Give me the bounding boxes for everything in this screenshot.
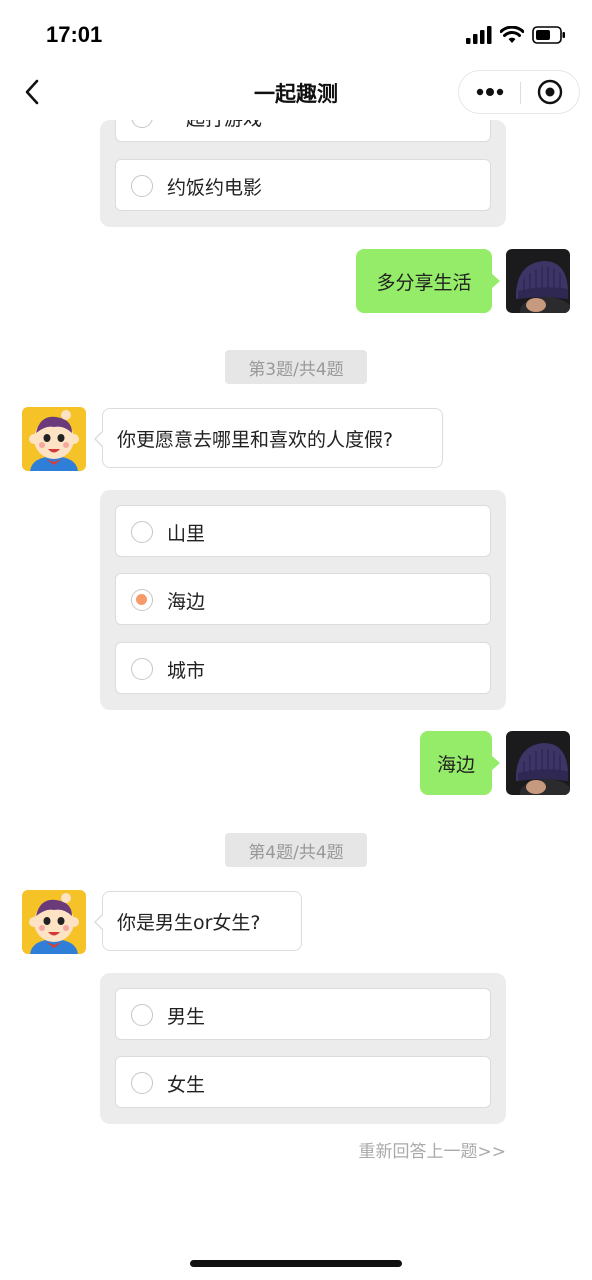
- option-label: 山里: [167, 523, 206, 545]
- radio-button[interactable]: [131, 175, 153, 197]
- user-avatar: [506, 731, 570, 795]
- bot-question-bubble: 你是男生or女生?: [94, 891, 302, 951]
- radio-button[interactable]: [131, 1004, 153, 1026]
- option-label: 女生: [167, 1074, 206, 1096]
- user-answer-bubble: 海边: [420, 731, 500, 795]
- options-card-prev: 一起打游戏 约饭约电影: [100, 120, 506, 227]
- wifi-icon: [500, 26, 524, 43]
- radio-button[interactable]: [131, 521, 153, 543]
- bot-avatar: [22, 407, 86, 471]
- option-label: 城市: [167, 660, 206, 682]
- close-button[interactable]: [521, 71, 579, 113]
- target-close-icon: [537, 79, 563, 105]
- status-icons: [466, 24, 566, 46]
- question-progress-tag: 第3题/共4题: [225, 350, 367, 384]
- more-dots-icon: [476, 88, 504, 96]
- option-q4-female[interactable]: 女生: [115, 1056, 491, 1108]
- option-q3-mountain[interactable]: 山里: [115, 505, 491, 557]
- user-avatar: [506, 249, 570, 313]
- battery-icon: [532, 26, 565, 44]
- home-indicator[interactable]: [190, 1260, 402, 1267]
- options-card-q3: 山里 海边 城市: [100, 490, 506, 710]
- option-prev-2[interactable]: 约饭约电影: [115, 159, 491, 211]
- option-q3-city[interactable]: 城市: [115, 642, 491, 694]
- options-card-q4: 男生 女生: [100, 973, 506, 1124]
- question-progress-tag: 第4题/共4题: [225, 833, 367, 867]
- status-bar: 17:01: [0, 0, 592, 64]
- mini-program-capsule: [458, 70, 580, 114]
- more-button[interactable]: [459, 71, 521, 113]
- radio-button-selected[interactable]: [131, 589, 153, 611]
- option-label: 海边: [167, 591, 206, 613]
- radio-button[interactable]: [131, 658, 153, 680]
- option-label: 约饭约电影: [167, 177, 263, 199]
- option-label: 男生: [167, 1006, 206, 1028]
- user-answer-bubble: 多分享生活: [356, 249, 500, 313]
- bot-question-bubble: 你更愿意去哪里和喜欢的人度假?: [94, 408, 443, 468]
- retry-previous-link[interactable]: 重新回答上一题>>: [359, 1137, 507, 1162]
- cellular-signal-icon: [466, 26, 492, 44]
- status-time: 17:01: [46, 22, 103, 47]
- radio-button[interactable]: [131, 1072, 153, 1094]
- bot-avatar: [22, 890, 86, 954]
- option-q3-seaside[interactable]: 海边: [115, 573, 491, 625]
- option-q4-male[interactable]: 男生: [115, 988, 491, 1040]
- nav-bar: 一起趣测: [0, 64, 592, 120]
